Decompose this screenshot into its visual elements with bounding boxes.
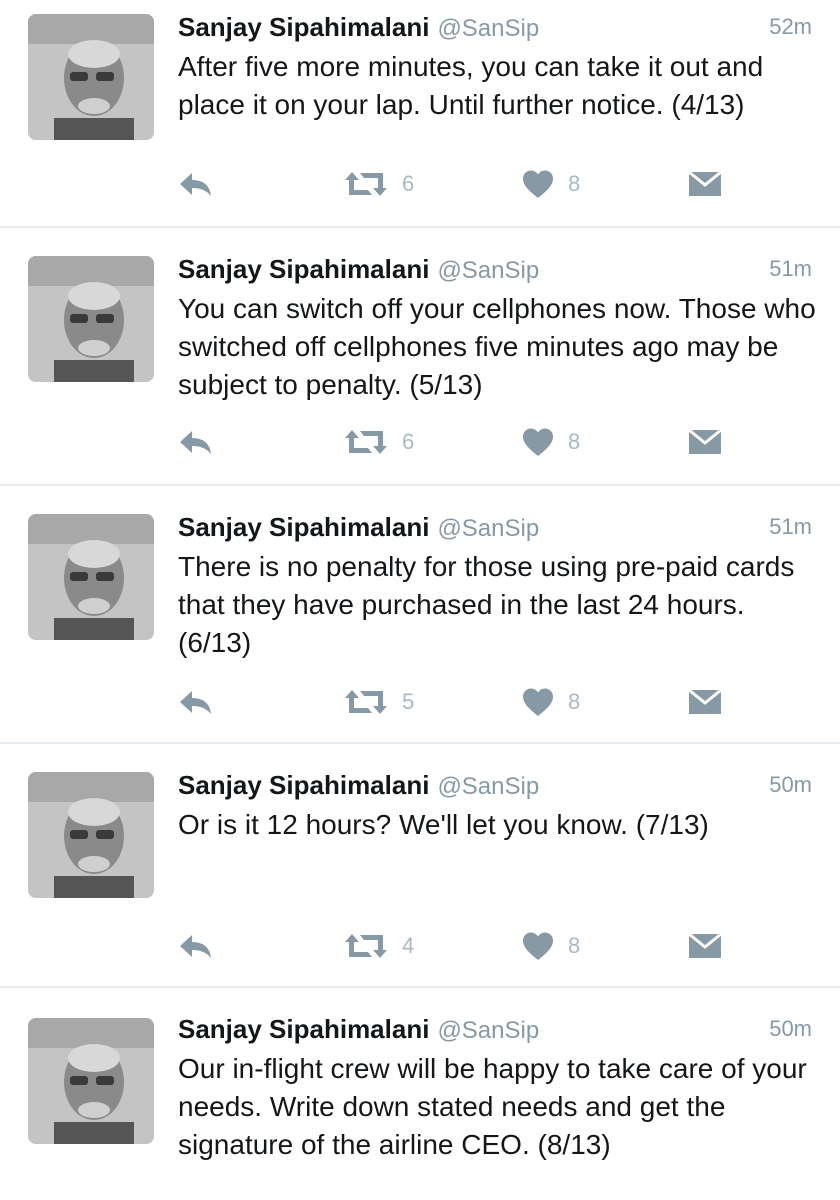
heart-icon (523, 932, 553, 960)
reply-icon (180, 173, 211, 196)
retweet-button[interactable]: 6 (344, 164, 414, 204)
like-button[interactable]: 8 (522, 926, 580, 966)
tweet-text: Or is it 12 hours? We'll let you know. (… (178, 809, 709, 840)
author-name[interactable]: Sanjay Sipahimalani (178, 12, 429, 42)
reply-icon (180, 431, 211, 454)
retweet-button[interactable]: 4 (344, 926, 414, 966)
tweet-text: You can switch off your cellphones now. … (178, 293, 816, 400)
timestamp[interactable]: 50m (769, 772, 812, 798)
retweet-icon (345, 172, 387, 196)
envelope-icon (688, 429, 722, 454)
timestamp[interactable]: 52m (769, 14, 812, 40)
tweet-actions: 6 8 (178, 422, 812, 462)
avatar[interactable] (28, 772, 154, 898)
author-name[interactable]: Sanjay Sipahimalani (178, 770, 429, 800)
timeline: Sanjay Sipahimalani @SanSip 52m After fiv… (0, 0, 840, 1200)
tweet[interactable]: Sanjay Sipahimalani @SanSip 50m Our in-fl… (0, 988, 840, 1200)
tweet-text: After five more minutes, you can take it… (178, 51, 764, 120)
author-name[interactable]: Sanjay Sipahimalani (178, 254, 429, 284)
author-handle[interactable]: @SanSip (437, 515, 539, 542)
reply-button[interactable] (178, 682, 214, 722)
reply-button[interactable] (178, 926, 214, 966)
reply-icon (180, 691, 211, 714)
timestamp[interactable]: 51m (769, 514, 812, 540)
retweet-count: 6 (402, 429, 415, 454)
envelope-icon (688, 689, 722, 714)
direct-message-button[interactable] (688, 682, 722, 722)
heart-icon (523, 428, 553, 456)
retweet-count: 6 (402, 171, 415, 196)
retweet-icon (345, 690, 387, 714)
envelope-icon (688, 933, 722, 958)
heart-icon (523, 170, 553, 198)
timestamp[interactable]: 51m (769, 256, 812, 282)
like-button[interactable]: 8 (522, 682, 580, 722)
like-count: 8 (568, 689, 581, 714)
reply-icon (180, 935, 211, 958)
author-name[interactable]: Sanjay Sipahimalani (178, 1014, 429, 1044)
author-handle[interactable]: @SanSip (437, 15, 539, 42)
heart-icon (523, 688, 553, 716)
like-button[interactable]: 8 (522, 422, 580, 462)
reply-button[interactable] (178, 164, 214, 204)
direct-message-button[interactable] (688, 164, 722, 204)
author-handle[interactable]: @SanSip (437, 773, 539, 800)
retweet-count: 5 (402, 689, 415, 714)
tweet-actions: 6 8 (178, 164, 812, 204)
avatar[interactable] (28, 14, 154, 140)
author-handle[interactable]: @SanSip (437, 257, 539, 284)
retweet-button[interactable]: 5 (344, 682, 414, 722)
tweet-actions: 5 8 (178, 682, 812, 722)
author-name[interactable]: Sanjay Sipahimalani (178, 512, 429, 542)
tweet-header: Sanjay Sipahimalani @SanSip 50m (178, 770, 812, 804)
tweet-header: Sanjay Sipahimalani @SanSip 51m (178, 512, 812, 546)
like-count: 8 (568, 933, 581, 958)
author-handle[interactable]: @SanSip (437, 1017, 539, 1044)
direct-message-button[interactable] (688, 926, 722, 966)
tweet-header: Sanjay Sipahimalani @SanSip 50m (178, 1014, 812, 1048)
envelope-icon (688, 171, 722, 196)
direct-message-button[interactable] (688, 422, 722, 462)
tweet[interactable]: Sanjay Sipahimalani @SanSip 51m There is … (0, 486, 840, 744)
tweet[interactable]: Sanjay Sipahimalani @SanSip 50m Or is it … (0, 744, 840, 988)
tweet-actions: 4 8 (178, 926, 812, 966)
like-count: 8 (568, 429, 581, 454)
tweet[interactable]: Sanjay Sipahimalani @SanSip 52m After fiv… (0, 0, 840, 228)
tweet-header: Sanjay Sipahimalani @SanSip 51m (178, 254, 812, 288)
avatar[interactable] (28, 514, 154, 640)
retweet-count: 4 (402, 933, 415, 958)
retweet-icon (345, 934, 387, 958)
tweet-text: Our in-flight crew will be happy to take… (178, 1053, 807, 1160)
like-button[interactable]: 8 (522, 164, 580, 204)
avatar[interactable] (28, 256, 154, 382)
retweet-icon (345, 430, 387, 454)
timestamp[interactable]: 50m (769, 1016, 812, 1042)
tweet-header: Sanjay Sipahimalani @SanSip 52m (178, 12, 812, 46)
like-count: 8 (568, 171, 581, 196)
tweet[interactable]: Sanjay Sipahimalani @SanSip 51m You can s… (0, 228, 840, 486)
tweet-text: There is no penalty for those using pre-… (178, 551, 795, 658)
retweet-button[interactable]: 6 (344, 422, 414, 462)
avatar[interactable] (28, 1018, 154, 1144)
reply-button[interactable] (178, 422, 214, 462)
